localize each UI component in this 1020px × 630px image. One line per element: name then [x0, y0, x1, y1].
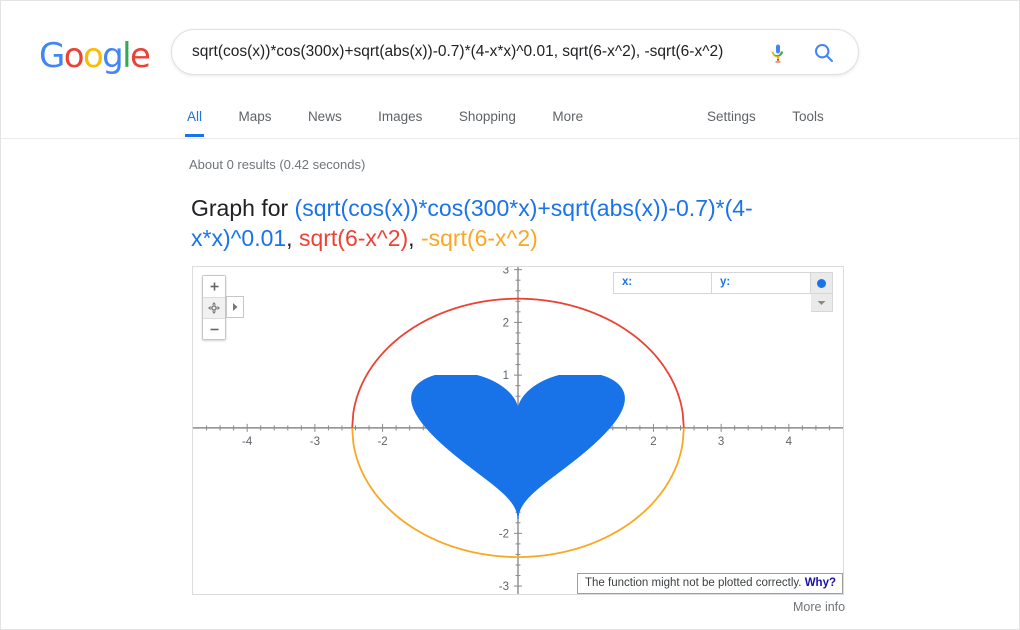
expression-separator-2: ,	[408, 225, 421, 251]
x-tick-label: 3	[718, 436, 724, 448]
x-tick-label: 2	[650, 436, 656, 448]
logo-letter-G: G	[39, 36, 65, 76]
tab-news[interactable]: News	[292, 101, 358, 132]
tab-more[interactable]: More	[536, 101, 599, 132]
y-tick-label: -3	[499, 581, 509, 593]
x-coordinate-field[interactable]: x:	[613, 272, 712, 294]
settings-button[interactable]: Settings	[691, 101, 772, 132]
graph-zoom-controls	[202, 275, 226, 340]
graph-for-label: Graph for	[191, 195, 295, 221]
expression-red: sqrt(6-x^2)	[298, 225, 409, 251]
search-results-page: Google All Maps	[0, 0, 1020, 630]
tab-shopping[interactable]: Shopping	[443, 101, 532, 132]
pan-right-button[interactable]	[226, 296, 244, 318]
page-title: Graph for (sqrt(cos(x))*cos(300*x)+sqrt(…	[191, 193, 851, 253]
plot-warning: The function might not be plotted correc…	[577, 573, 843, 594]
logo-letter-e: e	[130, 36, 151, 76]
series-color-dot-icon	[817, 278, 826, 288]
zoom-out-button[interactable]	[203, 318, 225, 339]
logo-letter-g: g	[102, 36, 124, 76]
result-stats: About 0 results (0.42 seconds)	[189, 157, 366, 172]
y-tick-label: 3	[503, 267, 509, 277]
microphone-icon[interactable]	[766, 41, 790, 65]
expression-blue-part1: (sqrt(cos(x))*cos(300*x)+sqrt(abs(x))-0.…	[294, 195, 725, 221]
tab-all[interactable]: All	[171, 101, 218, 137]
x-coordinate-label: x:	[622, 276, 633, 288]
expression-separator-1: ,	[286, 225, 299, 251]
x-tick-label: -4	[242, 436, 253, 448]
y-coordinate-label: y:	[720, 276, 731, 288]
graph-card[interactable]: -4 -3 -2 2 3 4 3 2 1 -2 -3 x: y: The fun…	[192, 266, 844, 595]
logo-letter-l: l	[122, 36, 131, 76]
series-color-toggle[interactable]	[811, 272, 833, 294]
y-coordinate-field[interactable]: y:	[712, 272, 811, 294]
x-tick-label: -3	[310, 436, 320, 448]
x-tick-label: -2	[377, 436, 387, 448]
search-tabs: All Maps News Images Shopping More	[171, 101, 599, 137]
y-tick-label: 1	[503, 370, 509, 382]
expression-orange: -sqrt(6-x^2)	[420, 225, 538, 251]
plot-warning-text: The function might not be plotted correc…	[585, 577, 805, 589]
search-tools-group: Settings Tools	[691, 101, 840, 137]
search-bar[interactable]	[171, 29, 859, 75]
google-logo[interactable]: Google	[39, 36, 151, 76]
plot-warning-why-link[interactable]: Why?	[805, 577, 836, 589]
logo-letter-o2: o	[82, 36, 104, 76]
x-tick-label: 4	[786, 436, 793, 448]
tools-button[interactable]: Tools	[776, 101, 840, 132]
tab-maps[interactable]: Maps	[222, 101, 287, 132]
function-plot[interactable]: -4 -3 -2 2 3 4 3 2 1 -2 -3	[193, 267, 843, 594]
search-icon[interactable]	[812, 41, 836, 65]
logo-letter-o1: o	[63, 36, 85, 76]
more-info-link[interactable]: More info	[793, 600, 845, 614]
coordinate-readout: x: y:	[613, 272, 833, 312]
page-header: Google All Maps	[1, 1, 1019, 139]
zoom-in-button[interactable]	[203, 276, 225, 297]
pan-move-button[interactable]	[203, 297, 225, 318]
chevron-down-icon[interactable]	[811, 294, 833, 312]
search-input[interactable]	[192, 30, 762, 74]
tab-images[interactable]: Images	[362, 101, 438, 132]
y-tick-label: -2	[499, 528, 509, 540]
y-tick-label: 2	[503, 317, 509, 329]
